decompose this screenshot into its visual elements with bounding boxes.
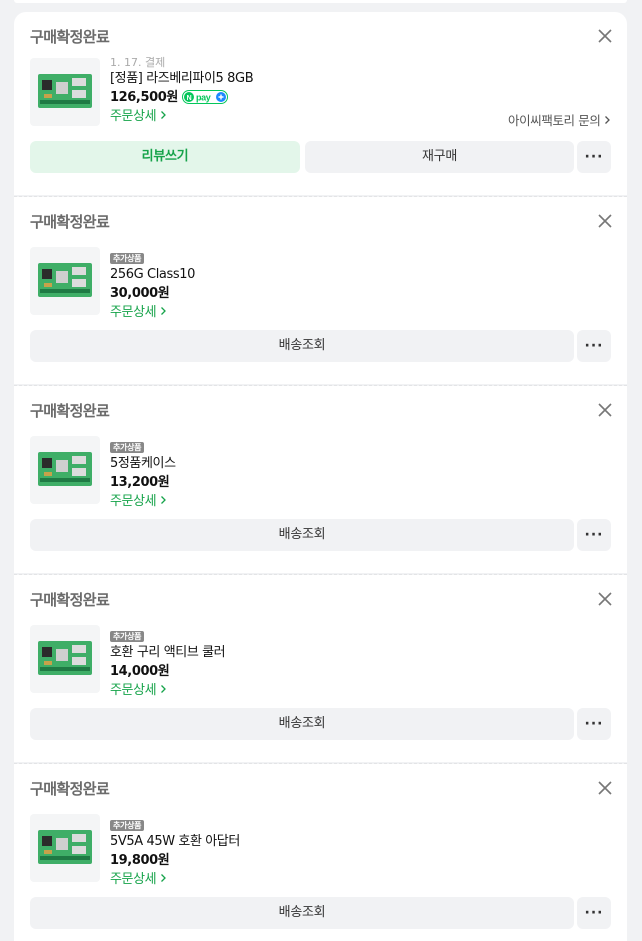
order-detail-label: 주문상세 [110, 494, 157, 509]
order-status: 구매확정완료 [30, 28, 110, 46]
product-name[interactable]: 호환 구리 액티브 쿨러 [110, 643, 226, 662]
raspberry-pi-board-image [38, 452, 92, 486]
product-price: 14,000원 [110, 664, 170, 679]
order-detail-link[interactable]: 주문상세 [110, 870, 240, 890]
product-name[interactable]: 5V5A 45W 호환 아답터 [110, 832, 240, 851]
order-detail-link[interactable]: 주문상세 [110, 107, 253, 127]
chevron-right-icon [605, 116, 610, 124]
product-thumbnail[interactable] [30, 247, 100, 315]
additional-product-badge: 추가상품 [110, 631, 145, 642]
previous-card-edge [14, 0, 627, 3]
order-detail-link[interactable]: 주문상세 [110, 492, 176, 512]
raspberry-pi-board-image [38, 641, 92, 675]
product-price: 30,000원 [110, 286, 170, 301]
order-status: 구매확정완료 [30, 591, 110, 609]
close-icon[interactable] [597, 780, 613, 796]
track-delivery-button[interactable]: 배송조회 [30, 519, 574, 551]
raspberry-pi-board-image [38, 74, 92, 108]
chevron-right-icon [161, 496, 166, 504]
product-thumbnail[interactable] [30, 625, 100, 693]
close-icon[interactable] [597, 591, 613, 607]
svg-text:pay: pay [196, 92, 211, 102]
more-options-button[interactable]: ··· [577, 141, 611, 173]
raspberry-pi-board-image [38, 263, 92, 297]
price-value: 126,500원 [110, 90, 178, 105]
order-card: 구매확정완료 1. 17. 결제 [정품] 라즈베리파이5 8GB 126,50… [14, 12, 627, 195]
more-options-button[interactable]: ··· [577, 897, 611, 929]
more-options-button[interactable]: ··· [577, 519, 611, 551]
order-status: 구매확정완료 [30, 402, 110, 420]
order-detail-link[interactable]: 주문상세 [110, 681, 225, 701]
order-detail-link[interactable]: 주문상세 [110, 303, 195, 323]
repurchase-button[interactable]: 재구매 [305, 141, 574, 173]
additional-product-badge: 추가상품 [110, 820, 145, 831]
product-info: 추가상품 호환 구리 액티브 쿨러 14,000원 주문상세 [110, 624, 226, 701]
product-info: 1. 17. 결제 [정품] 라즈베리파이5 8GB 126,500원 N pa… [110, 56, 254, 127]
order-detail-label: 주문상세 [110, 683, 157, 698]
order-card: 구매확정완료 추가상품 256G Class10 30,000원 주문상세 배송… [14, 197, 627, 384]
order-status: 구매확정완료 [30, 780, 110, 798]
product-price: 126,500원 N pay [110, 88, 253, 107]
seller-inquiry-link[interactable]: 아이씨팩토리 문의 [508, 110, 611, 129]
chevron-right-icon [161, 685, 166, 693]
close-icon[interactable] [597, 28, 613, 44]
write-review-button[interactable]: 리뷰쓰기 [30, 141, 300, 173]
raspberry-pi-board-image [38, 830, 92, 864]
product-thumbnail[interactable] [30, 58, 100, 126]
product-name[interactable]: 5정품케이스 [110, 454, 176, 473]
order-detail-label: 주문상세 [110, 109, 157, 124]
order-card: 구매확정완료 추가상품 5V5A 45W 호환 아답터 19,800원 주문상세… [14, 764, 627, 941]
order-card: 구매확정완료 추가상품 5정품케이스 13,200원 주문상세 배송조회 ··· [14, 386, 627, 573]
close-icon[interactable] [597, 402, 613, 418]
svg-text:N: N [187, 95, 192, 102]
additional-product-badge: 추가상품 [110, 442, 145, 453]
track-delivery-button[interactable]: 배송조회 [30, 897, 574, 929]
track-delivery-button[interactable]: 배송조회 [30, 330, 574, 362]
chevron-right-icon [161, 307, 166, 315]
product-price: 13,200원 [110, 475, 170, 490]
seller-inquiry-label: 아이씨팩토리 문의 [508, 113, 601, 128]
product-thumbnail[interactable] [30, 436, 100, 504]
chevron-right-icon [161, 874, 166, 882]
order-detail-label: 주문상세 [110, 872, 157, 887]
order-card: 구매확정완료 추가상품 호환 구리 액티브 쿨러 14,000원 주문상세 배송… [14, 575, 627, 762]
track-delivery-button[interactable]: 배송조회 [30, 708, 574, 740]
npay-logo-icon: N pay [181, 89, 228, 104]
more-options-button[interactable]: ··· [577, 708, 611, 740]
product-info: 추가상품 5V5A 45W 호환 아답터 19,800원 주문상세 [110, 813, 240, 890]
product-info: 추가상품 256G Class10 30,000원 주문상세 [110, 246, 195, 323]
product-price: 19,800원 [110, 853, 170, 868]
product-info: 추가상품 5정품케이스 13,200원 주문상세 [110, 435, 176, 512]
order-status: 구매확정완료 [30, 213, 110, 231]
order-detail-label: 주문상세 [110, 305, 157, 320]
product-thumbnail[interactable] [30, 814, 100, 882]
product-name[interactable]: 256G Class10 [110, 265, 195, 284]
more-options-button[interactable]: ··· [577, 330, 611, 362]
additional-product-badge: 추가상품 [110, 253, 145, 264]
payment-date: 1. 17. 결제 [110, 56, 166, 69]
close-icon[interactable] [597, 213, 613, 229]
chevron-right-icon [161, 111, 166, 119]
product-name[interactable]: [정품] 라즈베리파이5 8GB [110, 69, 254, 88]
